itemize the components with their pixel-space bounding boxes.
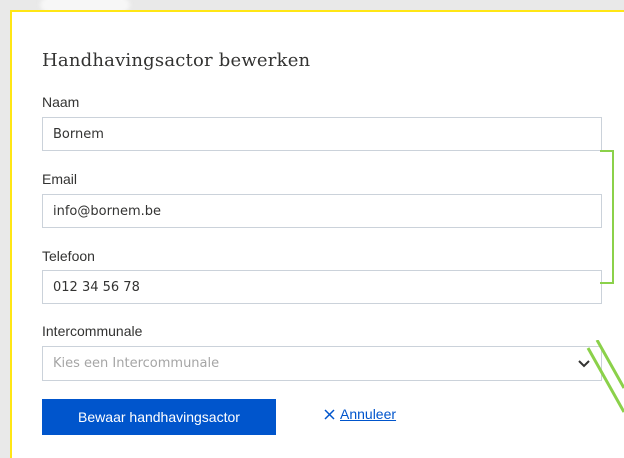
edit-enforcement-actor-dialog: Handhavingsactor bewerken Naam Email Tel… bbox=[10, 10, 624, 458]
annotation-bracket bbox=[600, 150, 614, 284]
cancel-label: Annuleer bbox=[340, 406, 397, 422]
email-input[interactable] bbox=[42, 194, 602, 228]
naam-label: Naam bbox=[42, 94, 80, 110]
telefoon-label: Telefoon bbox=[42, 248, 95, 264]
close-icon bbox=[324, 408, 335, 420]
email-label: Email bbox=[42, 171, 78, 187]
annotation-arrow bbox=[586, 340, 624, 413]
intercommunale-placeholder: Kies een Intercommunale bbox=[53, 356, 220, 371]
cancel-link[interactable]: Annuleer bbox=[324, 406, 396, 422]
save-button[interactable]: Bewaar handhavingsactor bbox=[42, 399, 276, 435]
telefoon-input[interactable] bbox=[42, 270, 602, 304]
intercommunale-label: Intercommunale bbox=[42, 323, 143, 339]
dialog-title: Handhavingsactor bewerken bbox=[42, 50, 311, 71]
naam-input[interactable] bbox=[42, 117, 602, 151]
intercommunale-select[interactable]: Kies een Intercommunale bbox=[42, 346, 602, 381]
